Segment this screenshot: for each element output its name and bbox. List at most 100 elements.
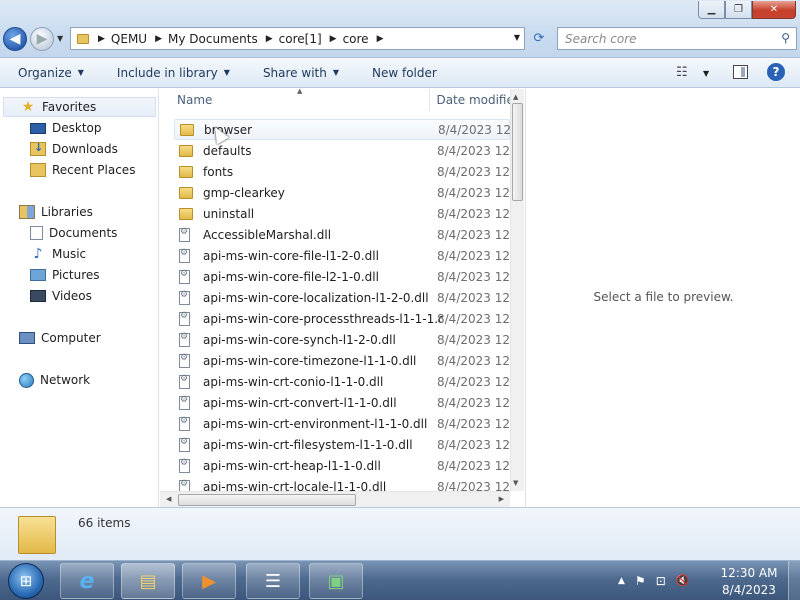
file-row[interactable]: api-ms-win-core-file-l2-1-0.dll 8/4/2023 … — [174, 266, 510, 287]
show-desktop-button[interactable] — [788, 561, 800, 600]
media-player-taskbar-button[interactable]: ▶ — [182, 563, 236, 599]
breadcrumb-separator[interactable]: ▶ — [155, 34, 162, 44]
music-icon: ♪ — [33, 246, 43, 262]
file-row[interactable]: api-ms-win-core-file-l1-2-0.dll 8/4/2023 … — [174, 245, 510, 266]
videos-icon — [30, 290, 46, 302]
file-row[interactable]: uninstall 8/4/2023 12:2 — [174, 203, 510, 224]
file-date-modified: 8/4/2023 12:2 — [437, 185, 510, 200]
column-headers: ▲ Name Date modifie — [160, 89, 510, 111]
file-row[interactable]: api-ms-win-core-timezone-l1-1-0.dll 8/4/2… — [174, 350, 510, 371]
file-list[interactable]: ▲ Name Date modifie browser 8/4/2023 12:2… — [160, 89, 524, 507]
share-with-button[interactable]: Share with ▼ — [245, 66, 354, 80]
breadcrumb-separator[interactable]: ▶ — [377, 34, 384, 44]
horizontal-scroll-thumb[interactable] — [178, 494, 356, 506]
organize-button[interactable]: Organize ▼ — [0, 66, 99, 80]
maximize-button[interactable]: ❐ — [725, 1, 752, 19]
back-button[interactable]: ◀ — [3, 27, 27, 51]
taskbar: ⊞ e ▤ ▶ ☰ ▣ ▲ ⚑ ⊡ 🔇 12:30 AM 8/4/2023 — [0, 560, 800, 600]
preview-pane-icon[interactable] — [733, 65, 748, 79]
scroll-up-icon[interactable]: ▲ — [513, 93, 518, 101]
file-name: api-ms-win-crt-heap-l1-1-0.dll — [203, 458, 381, 473]
sidebar-item-favorites[interactable]: ★ Favorites — [3, 97, 156, 117]
close-button[interactable]: ✕ — [752, 1, 796, 19]
folder-icon — [77, 33, 89, 44]
file-row[interactable]: fonts 8/4/2023 12:2 — [174, 161, 510, 182]
scroll-left-icon[interactable]: ◀ — [166, 495, 171, 503]
file-name: api-ms-win-core-processthreads-l1-1-1.dl… — [203, 311, 443, 326]
file-row[interactable]: gmp-clearkey 8/4/2023 12:2 — [174, 182, 510, 203]
breadcrumb-qemu[interactable]: QEMU — [111, 32, 147, 46]
file-row[interactable]: api-ms-win-crt-environment-l1-1-0.dll 8/4… — [174, 413, 510, 434]
file-row[interactable]: AccessibleMarshal.dll 8/4/2023 12:2 — [174, 224, 510, 245]
internet-explorer-taskbar-button[interactable]: e — [60, 563, 114, 599]
breadcrumb-separator[interactable]: ▶ — [330, 34, 337, 44]
computer-icon — [19, 332, 35, 344]
notes-taskbar-button[interactable]: ☰ — [246, 563, 300, 599]
breadcrumb-core1[interactable]: core[1] — [279, 32, 322, 46]
sidebar-item-libraries[interactable]: Libraries — [19, 202, 93, 222]
search-icon[interactable]: ⚲ — [781, 31, 790, 45]
start-button[interactable]: ⊞ — [8, 563, 44, 599]
sidebar-item-music[interactable]: ♪ Music — [30, 244, 87, 264]
show-hidden-icons-icon[interactable]: ▲ — [618, 574, 625, 588]
network-status-icon[interactable]: ⊡ — [656, 574, 666, 588]
column-header-name[interactable]: ▲ Name — [160, 89, 431, 111]
windows-explorer-taskbar-button[interactable]: ▤ — [121, 563, 175, 599]
sidebar-item-downloads[interactable]: Downloads — [30, 139, 118, 159]
breadcrumb-my-documents[interactable]: My Documents — [168, 32, 258, 46]
address-dropdown-icon[interactable]: ▼ — [514, 33, 520, 42]
volume-muted-icon[interactable]: 🔇 — [676, 574, 690, 588]
sidebar-item-computer[interactable]: Computer — [19, 328, 101, 348]
forward-button[interactable]: ▶ — [30, 27, 54, 51]
minimize-button[interactable]: ▁ — [698, 1, 725, 19]
file-date-modified: 8/4/2023 12:2 — [437, 395, 510, 410]
sidebar-item-label: Recent Places — [52, 163, 136, 177]
sidebar-item-documents[interactable]: Documents — [30, 223, 117, 243]
file-row[interactable]: api-ms-win-core-synch-l1-2-0.dll 8/4/2023… — [174, 329, 510, 350]
file-name: api-ms-win-crt-filesystem-l1-1-0.dll — [203, 437, 413, 452]
new-folder-button[interactable]: New folder — [354, 66, 452, 80]
view-options-dropdown[interactable]: ▼ — [703, 69, 709, 78]
column-header-date-modified[interactable]: Date modifie — [430, 89, 510, 111]
file-row[interactable]: api-ms-win-core-localization-l1-2-0.dll 8… — [174, 287, 510, 308]
file-row[interactable]: api-ms-win-crt-conio-l1-1-0.dll 8/4/2023 … — [174, 371, 510, 392]
breadcrumb-separator[interactable]: ▶ — [98, 34, 105, 44]
file-row[interactable]: defaults 8/4/2023 12:2 — [174, 140, 510, 161]
new-folder-label: New folder — [372, 65, 437, 80]
sidebar-item-label: Videos — [52, 289, 92, 303]
horizontal-scrollbar[interactable]: ◀ ▶ — [160, 491, 510, 507]
scroll-down-icon[interactable]: ▼ — [513, 479, 518, 487]
vertical-scrollbar[interactable]: ▲ ▼ — [510, 89, 524, 491]
sidebar-item-recent-places[interactable]: Recent Places — [30, 160, 135, 180]
refresh-icon[interactable]: ⟳ — [528, 27, 550, 50]
monitor-taskbar-button[interactable]: ▣ — [309, 563, 363, 599]
details-pane: 66 items — [0, 507, 800, 560]
include-in-library-button[interactable]: Include in library ▼ — [99, 66, 245, 80]
file-row[interactable]: api-ms-win-crt-heap-l1-1-0.dll 8/4/2023 1… — [174, 455, 510, 476]
downloads-folder-icon — [30, 141, 46, 156]
breadcrumb-separator[interactable]: ▶ — [266, 34, 273, 44]
action-center-flag-icon[interactable]: ⚑ — [635, 574, 646, 588]
file-date-modified: 8/4/2023 12:2 — [438, 122, 511, 137]
recent-pages-dropdown[interactable]: ▼ — [57, 34, 63, 43]
file-name: api-ms-win-crt-convert-l1-1-0.dll — [203, 395, 397, 410]
file-date-modified: 8/4/2023 12:2 — [437, 290, 510, 305]
address-bar[interactable]: ▶ QEMU ▶ My Documents ▶ core[1] ▶ core ▶… — [70, 27, 525, 50]
sidebar-item-desktop[interactable]: Desktop — [30, 118, 102, 138]
file-row[interactable]: api-ms-win-core-processthreads-l1-1-1.dl… — [174, 308, 510, 329]
scroll-right-icon[interactable]: ▶ — [499, 495, 504, 503]
caption-buttons: ▁ ❐ ✕ — [698, 1, 796, 19]
file-row[interactable]: api-ms-win-crt-filesystem-l1-1-0.dll 8/4/… — [174, 434, 510, 455]
sidebar-item-network[interactable]: Network — [19, 370, 90, 390]
help-icon[interactable]: ? — [767, 63, 785, 81]
sidebar-item-pictures[interactable]: Pictures — [30, 265, 100, 285]
sidebar-item-label: Computer — [41, 331, 101, 345]
taskbar-clock[interactable]: 12:30 AM 8/4/2023 — [716, 565, 782, 599]
change-view-icon[interactable]: ☷ — [676, 65, 688, 80]
sidebar-item-videos[interactable]: Videos — [30, 286, 92, 306]
search-input[interactable]: Search core ⚲ — [557, 27, 797, 50]
sidebar-item-label: Desktop — [52, 121, 102, 135]
vertical-scroll-thumb[interactable] — [512, 103, 523, 201]
breadcrumb-core[interactable]: core — [343, 32, 369, 46]
file-row[interactable]: api-ms-win-crt-convert-l1-1-0.dll 8/4/202… — [174, 392, 510, 413]
